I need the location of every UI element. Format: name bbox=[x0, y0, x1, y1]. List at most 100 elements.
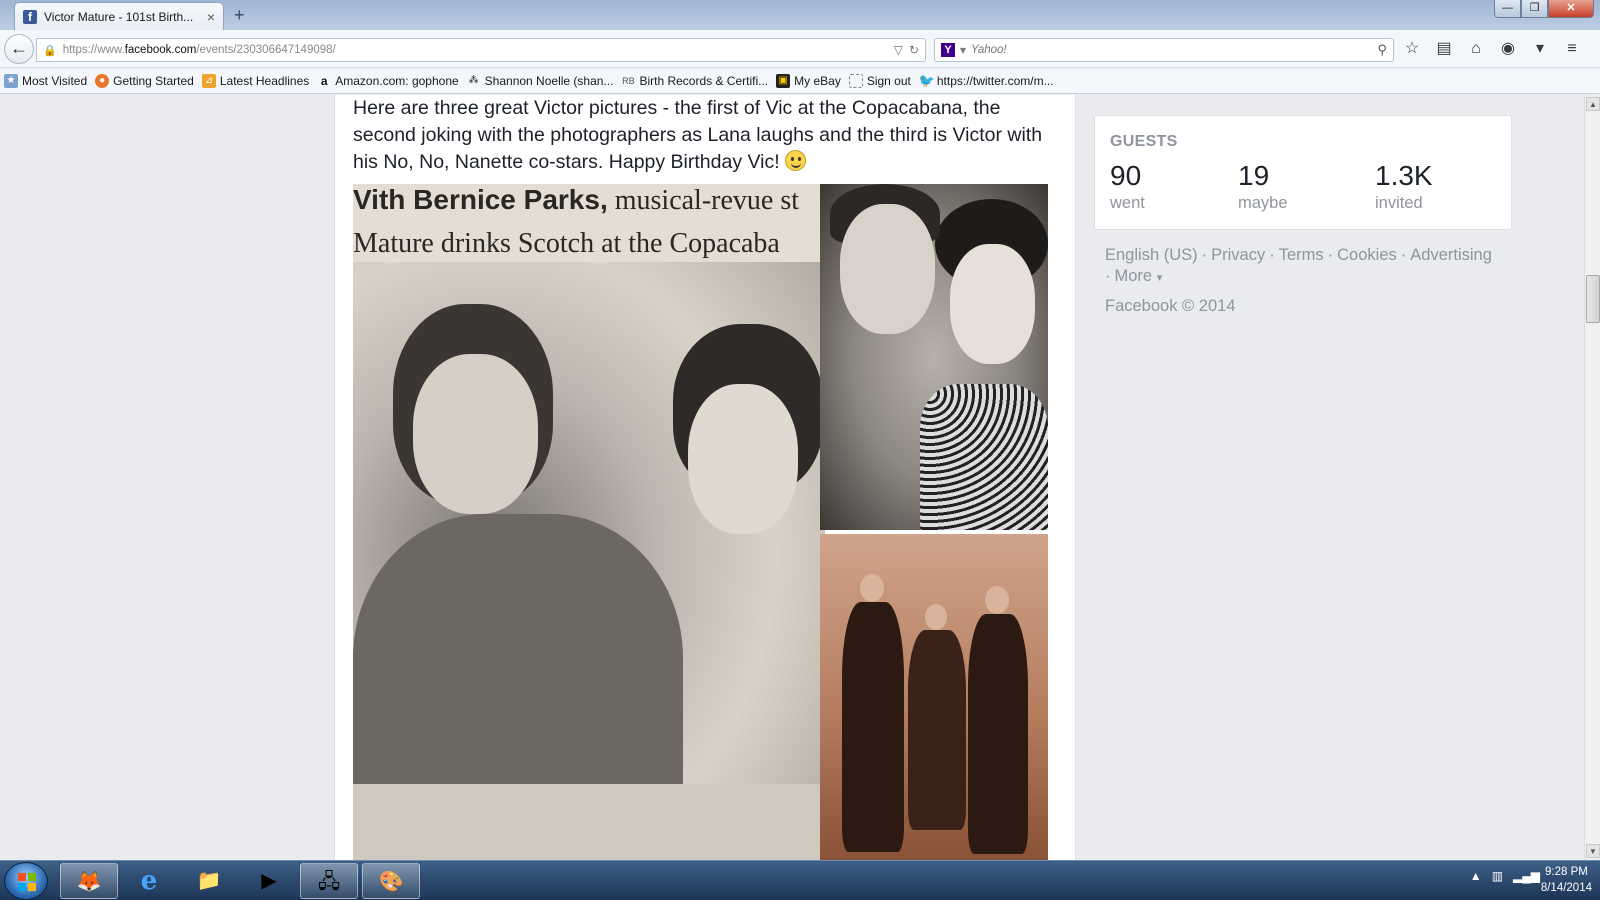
bookmark-amazon[interactable]: a Amazon.com: gophone bbox=[317, 74, 459, 88]
clipping-caption: Vith Bernice Parks, musical-revue st Mat… bbox=[353, 184, 825, 262]
search-input[interactable] bbox=[971, 44, 1373, 56]
photo-figure bbox=[925, 604, 947, 630]
records-icon: RB bbox=[622, 76, 635, 86]
bookmark-getting-started[interactable]: ● Getting Started bbox=[95, 74, 194, 88]
internet-explorer-icon[interactable]: e bbox=[120, 863, 178, 899]
facebook-favicon-icon: f bbox=[23, 9, 37, 24]
url-prefix: https://www. bbox=[62, 44, 125, 56]
photo-figure bbox=[950, 244, 1035, 364]
separator: · bbox=[1105, 267, 1111, 285]
ebay-icon: ▣ bbox=[776, 74, 791, 88]
home-icon[interactable]: ⌂ bbox=[1466, 38, 1486, 60]
bookmark-birth-records[interactable]: RB Birth Records & Certifi... bbox=[621, 74, 768, 88]
bookmark-sign-out[interactable]: Sign out bbox=[848, 74, 911, 88]
vertical-scrollbar[interactable]: ▲ ▼ bbox=[1584, 95, 1600, 860]
bookmarks-bar: ★ Most Visited ● Getting Started ⊿ Latest H… bbox=[0, 69, 1600, 94]
photo-with-lana[interactable] bbox=[820, 184, 1048, 530]
photo-figure bbox=[860, 574, 884, 602]
facebook-event-page: Here are three great Victor pictures - t… bbox=[0, 95, 1584, 860]
bookmark-most-visited[interactable]: ★ Most Visited bbox=[4, 74, 87, 88]
footer-link-more[interactable]: More ▾ bbox=[1115, 267, 1163, 285]
toolbar-icons: ☆ ▤ ⌂ ◉ ▾ ≡ bbox=[1402, 38, 1582, 60]
start-button[interactable] bbox=[4, 862, 48, 900]
bookmarks-list-icon[interactable]: ▤ bbox=[1434, 38, 1454, 60]
search-icon[interactable]: ⚲ bbox=[1377, 42, 1387, 58]
photo-nanette-costars[interactable] bbox=[820, 534, 1048, 860]
stat-number: 90 bbox=[1110, 160, 1142, 191]
menu-icon[interactable]: ≡ bbox=[1562, 38, 1582, 60]
scroll-up-arrow-icon[interactable]: ▲ bbox=[1586, 97, 1600, 111]
bookmark-label: Getting Started bbox=[113, 74, 194, 88]
bookmark-my-ebay[interactable]: ▣ My eBay bbox=[776, 74, 841, 88]
footer-link-privacy[interactable]: Privacy bbox=[1211, 246, 1265, 264]
photo-figure bbox=[968, 614, 1028, 854]
photo-figure bbox=[353, 784, 825, 860]
close-window-button[interactable]: ✕ bbox=[1548, 0, 1594, 18]
star-bookmark-icon[interactable]: ☆ bbox=[1402, 38, 1422, 60]
photo-figure bbox=[688, 384, 798, 534]
browser-tab-strip: f Victor Mature - 101st Birth... × + — ❐… bbox=[0, 0, 1600, 30]
photo-figure bbox=[842, 602, 904, 852]
firefox-icon[interactable]: 🦊 bbox=[60, 863, 118, 899]
network-status-icon[interactable]: ▥ bbox=[1492, 869, 1503, 883]
bookmark-shannon-noelle[interactable]: ⁂ Shannon Noelle (shan... bbox=[467, 74, 614, 88]
bookmark-label: Sign out bbox=[866, 74, 911, 88]
browser-tab[interactable]: f Victor Mature - 101st Birth... × bbox=[14, 2, 224, 30]
bookmark-twitter[interactable]: 🐦 https://twitter.com/m... bbox=[919, 74, 1054, 89]
chevron-down-icon[interactable]: ▾ bbox=[1530, 38, 1550, 60]
caret-down-icon: ▾ bbox=[1156, 272, 1163, 284]
scroll-thumb[interactable] bbox=[1586, 275, 1600, 323]
clock[interactable]: 9:28 PM 8/14/2014 bbox=[1541, 864, 1592, 896]
clock-date: 8/14/2014 bbox=[1540, 882, 1592, 894]
media-player-icon[interactable]: ▶ bbox=[240, 863, 298, 899]
bookmark-latest-headlines[interactable]: ⊿ Latest Headlines bbox=[201, 74, 309, 88]
bookmark-label: Birth Records & Certifi... bbox=[639, 74, 769, 88]
separator: · bbox=[1327, 246, 1334, 264]
search-bar[interactable]: Y ▾ ⚲ bbox=[934, 38, 1394, 62]
minimize-button[interactable]: — bbox=[1494, 0, 1521, 18]
photo-figure bbox=[840, 204, 935, 334]
separator: · bbox=[1400, 246, 1407, 264]
bookmark-label: Shannon Noelle (shan... bbox=[484, 74, 614, 88]
guests-maybe[interactable]: 19 maybe bbox=[1238, 160, 1288, 214]
separator: · bbox=[1269, 246, 1275, 264]
guests-went[interactable]: 90 went bbox=[1110, 160, 1145, 214]
post-text: Here are three great Victor pictures - t… bbox=[353, 95, 1053, 176]
show-hidden-icons-icon[interactable]: ▲ bbox=[1470, 869, 1482, 883]
footer-link-language[interactable]: English (US) bbox=[1105, 246, 1198, 264]
url-domain: facebook.com bbox=[124, 44, 197, 56]
photo-figure bbox=[920, 384, 1048, 530]
guests-card: GUESTS 90 went 19 maybe 1.3K invited bbox=[1094, 115, 1512, 230]
scroll-down-arrow-icon[interactable]: ▼ bbox=[1586, 844, 1600, 858]
clipping-rest: musical-revue st bbox=[607, 185, 800, 216]
restore-button[interactable]: ❐ bbox=[1521, 0, 1548, 18]
footer-link-cookies[interactable]: Cookies bbox=[1337, 246, 1397, 264]
tab-title: Victor Mature - 101st Birth... bbox=[44, 9, 194, 24]
signal-icon[interactable]: ▂▄▆ bbox=[1513, 869, 1540, 883]
tab-close-icon[interactable]: × bbox=[207, 9, 215, 25]
url-text[interactable]: https://www.facebook.com/events/23030664… bbox=[63, 44, 888, 56]
url-bar[interactable]: 🔒 https://www.facebook.com/events/230306… bbox=[36, 38, 926, 62]
footer-link-advertising[interactable]: Advertising bbox=[1410, 246, 1492, 264]
windows-taskbar: 🦊 e 📁 ▶ 🖧 🎨 ▲ ▥ ▂▄▆ 9:28 PM 8/14/2014 bbox=[0, 860, 1600, 900]
post-card: Here are three great Victor pictures - t… bbox=[334, 95, 1076, 860]
page-icon bbox=[848, 74, 863, 88]
search-engine-dropdown-icon[interactable]: ▾ bbox=[960, 43, 966, 57]
yahoo-icon[interactable]: Y bbox=[941, 43, 955, 57]
stat-label: maybe bbox=[1238, 194, 1288, 212]
guests-invited[interactable]: 1.3K invited bbox=[1375, 160, 1433, 214]
photo-copacabana[interactable]: Vith Bernice Parks, musical-revue st Mat… bbox=[353, 184, 825, 860]
post-body: Here are three great Victor pictures - t… bbox=[353, 97, 1043, 173]
dropdown-arrow-icon[interactable]: ▽ bbox=[894, 43, 903, 57]
reload-icon[interactable]: ↻ bbox=[909, 43, 919, 57]
clock-time: 9:28 PM bbox=[1545, 866, 1588, 878]
paint-icon[interactable]: 🎨 bbox=[362, 863, 420, 899]
extension-icon[interactable]: ◉ bbox=[1498, 38, 1518, 60]
new-tab-button[interactable]: + bbox=[234, 5, 245, 26]
footer-link-terms[interactable]: Terms bbox=[1279, 246, 1324, 264]
back-button[interactable]: ← bbox=[4, 34, 34, 64]
network-icon[interactable]: 🖧 bbox=[300, 863, 358, 899]
system-tray: ▲ ▥ ▂▄▆ bbox=[1470, 869, 1540, 883]
arrow-left-icon: ← bbox=[10, 38, 28, 58]
file-explorer-icon[interactable]: 📁 bbox=[180, 863, 238, 899]
